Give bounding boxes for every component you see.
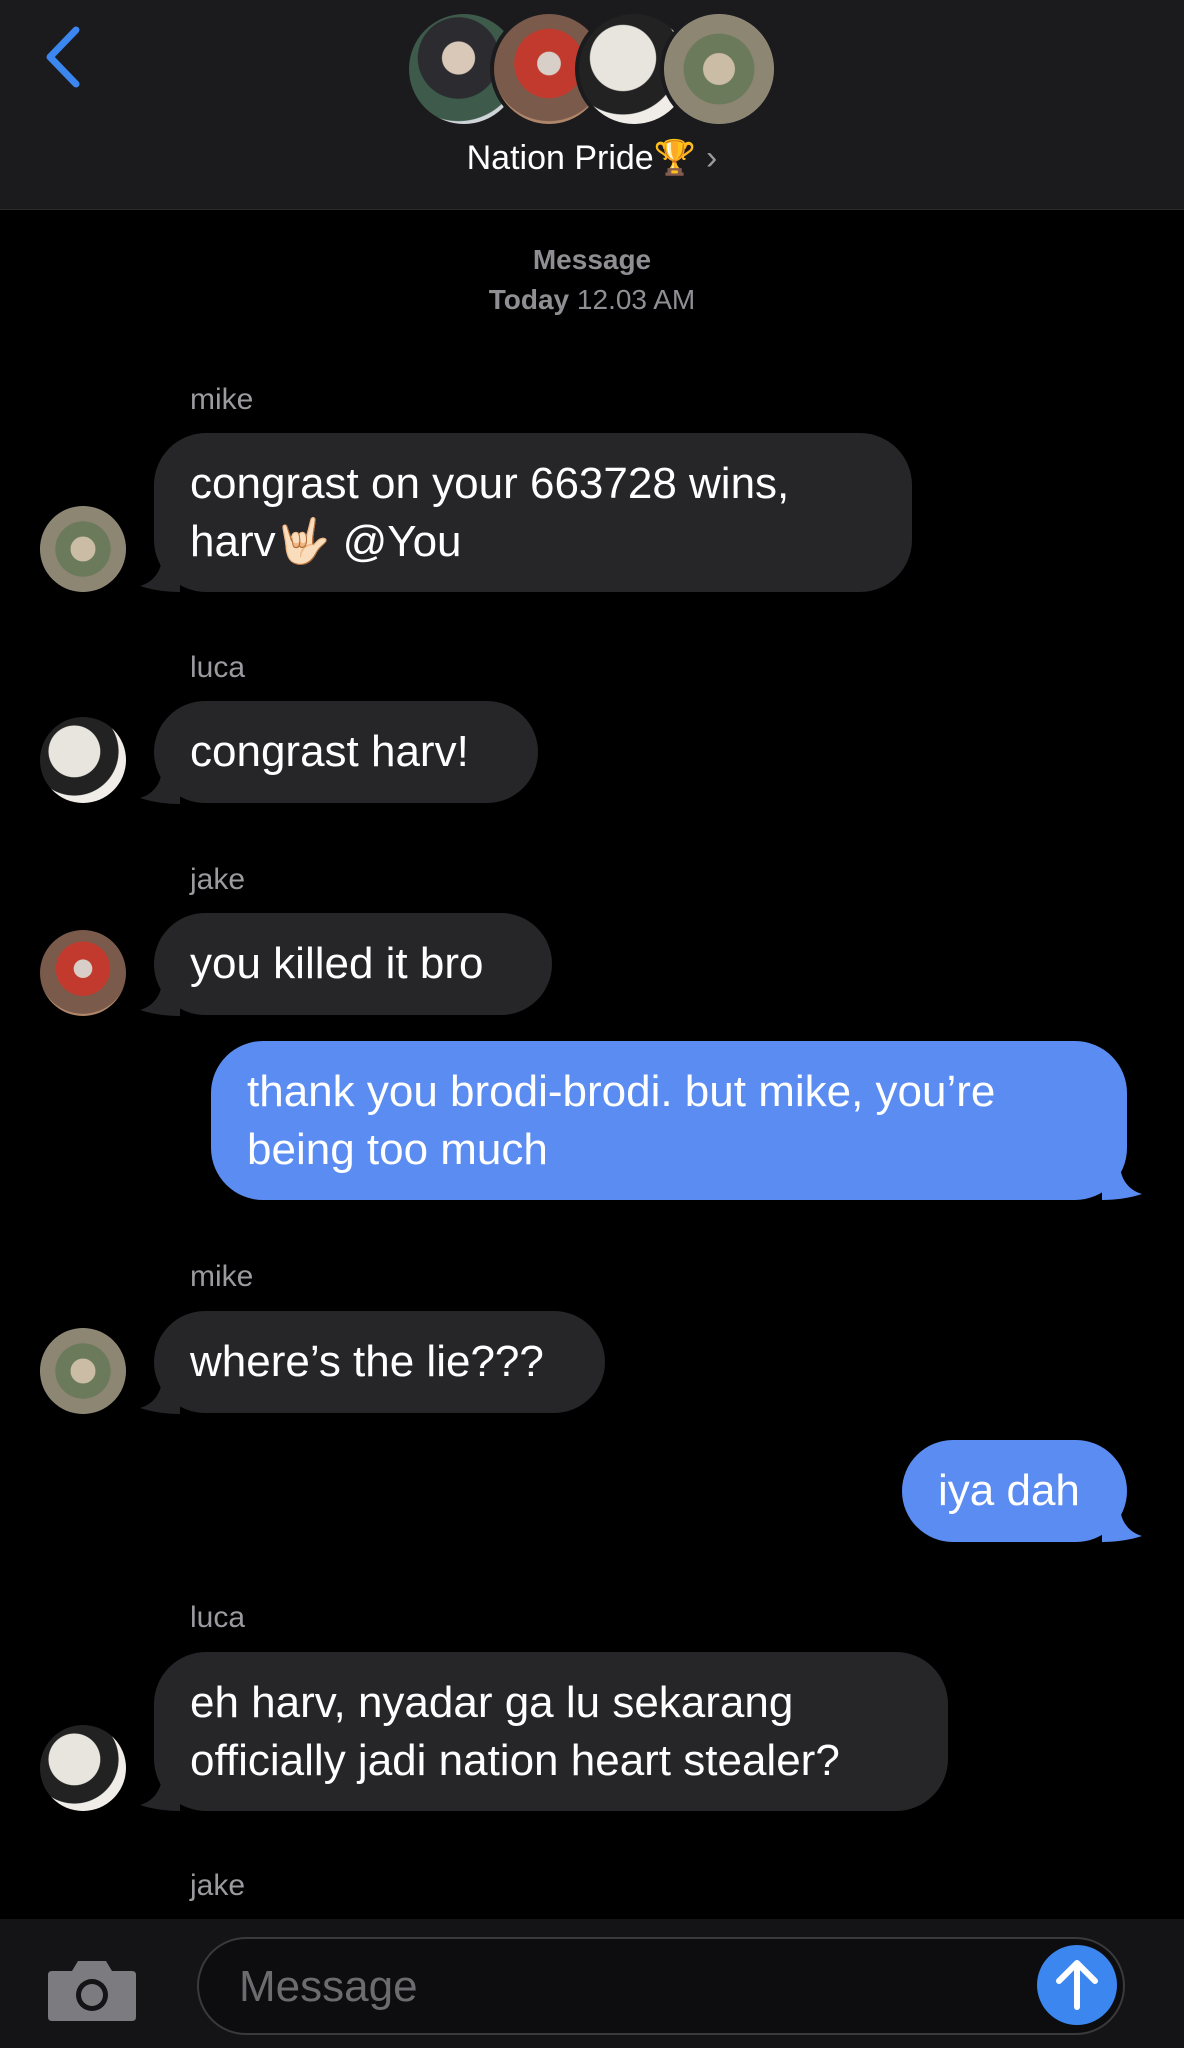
timestamp-value: Today 12.03 AM bbox=[0, 280, 1184, 320]
timestamp-day: Today bbox=[488, 284, 570, 315]
send-arrow-icon bbox=[1056, 1960, 1098, 2010]
conversation-timestamp: Message Today 12.03 AM bbox=[0, 240, 1184, 320]
timestamp-label: Message bbox=[532, 244, 652, 275]
avatar-luca[interactable] bbox=[40, 1725, 126, 1811]
send-button[interactable] bbox=[1037, 1945, 1117, 2025]
group-avatars[interactable] bbox=[405, 10, 780, 128]
message-text-line: congrast harv! bbox=[190, 727, 469, 776]
message-text-line: congrast on your 663728 wins, bbox=[190, 459, 790, 508]
message-text-line: being too much bbox=[247, 1125, 548, 1174]
message-bubble[interactable]: you killed it bro bbox=[154, 913, 552, 1015]
avatar-jake[interactable] bbox=[40, 930, 126, 1016]
sender-name: luca bbox=[190, 651, 246, 684]
sender-name: mike bbox=[190, 383, 254, 416]
message-text-line: you killed it bro bbox=[190, 939, 484, 988]
message-text-line: iya dah bbox=[938, 1466, 1080, 1515]
conversation-header: Nation Pride🏆 › bbox=[0, 0, 1184, 210]
message-input-field[interactable] bbox=[197, 1937, 1125, 2035]
sender-name: luca bbox=[190, 1601, 246, 1634]
message-text-line: thank you brodi-brodi. but mike, you’re bbox=[247, 1067, 996, 1116]
message-bubble[interactable]: congrast harv! bbox=[154, 701, 538, 803]
message-bubble[interactable]: where’s the lie??? bbox=[154, 1311, 605, 1413]
avatar-luca[interactable] bbox=[40, 717, 126, 803]
message-input[interactable] bbox=[237, 1953, 1001, 2021]
timestamp-time: 12.03 AM bbox=[576, 284, 696, 315]
message-text-line: officially jadi nation heart stealer? bbox=[190, 1736, 840, 1785]
back-button[interactable] bbox=[40, 22, 88, 92]
group-title[interactable]: Nation Pride🏆 › bbox=[0, 130, 1184, 186]
avatar-mike[interactable] bbox=[40, 1328, 126, 1414]
message-composer bbox=[0, 1919, 1184, 2048]
sender-name: mike bbox=[190, 1260, 254, 1293]
chevron-left-icon bbox=[46, 26, 80, 88]
message-bubble[interactable]: iya dah bbox=[902, 1440, 1127, 1542]
camera-icon bbox=[48, 1961, 136, 2021]
camera-button[interactable] bbox=[46, 1957, 138, 2023]
avatar-mike[interactable] bbox=[40, 506, 126, 592]
group-avatar-4 bbox=[660, 10, 778, 128]
message-text-line: eh harv, nyadar ga lu sekarang bbox=[190, 1678, 794, 1727]
message-text-line: where’s the lie??? bbox=[190, 1337, 544, 1386]
message-bubble[interactable]: eh harv, nyadar ga lu sekarang officiall… bbox=[154, 1652, 948, 1811]
sender-name: jake bbox=[190, 863, 246, 896]
message-text-line: harv🤟🏻 @You bbox=[190, 517, 462, 566]
message-bubble[interactable]: thank you brodi-brodi. but mike, you’re … bbox=[211, 1041, 1127, 1200]
group-name-label: Nation Pride🏆 bbox=[466, 139, 697, 177]
sender-name: jake bbox=[190, 1869, 246, 1902]
chevron-right-icon: › bbox=[706, 139, 718, 177]
message-bubble[interactable]: congrast on your 663728 wins, harv🤟🏻 @Yo… bbox=[154, 433, 912, 592]
